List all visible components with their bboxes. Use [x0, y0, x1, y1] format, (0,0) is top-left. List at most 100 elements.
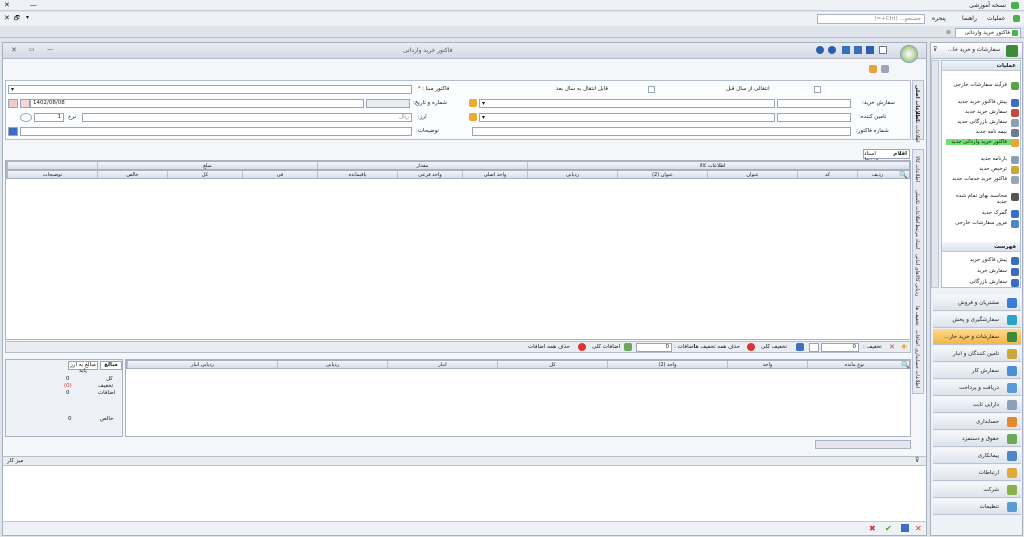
op-new-purchase-order[interactable]: سفارش خرید جدید	[946, 109, 1019, 117]
help-icon[interactable]	[816, 46, 824, 54]
op-new-bill-of-lading[interactable]: بارنامه جدید	[946, 156, 1019, 164]
sidebar-pin-icon[interactable]: ⊽	[933, 46, 937, 53]
delete-row-icon[interactable]: ✕	[889, 343, 895, 351]
module-work-order[interactable]: سفارش کار	[933, 363, 1021, 379]
discount-type-select[interactable]	[809, 343, 819, 352]
order-lookup-icon[interactable]	[469, 99, 477, 107]
additions-input[interactable]: 0	[636, 343, 672, 352]
col-title2[interactable]: عنوان (2)	[617, 171, 707, 178]
print-icon[interactable]	[869, 65, 877, 73]
attach-icon[interactable]	[881, 65, 889, 73]
date-field[interactable]: 1402/08/08	[30, 99, 364, 108]
minimize-icon[interactable]: —	[30, 1, 37, 9]
col-stock-type[interactable]: نوع مانده	[807, 361, 901, 368]
save-close-icon[interactable]	[842, 46, 850, 54]
list-commercial-order[interactable]: سفارش بازرگانی	[946, 279, 1019, 287]
save-new-icon[interactable]	[854, 46, 862, 54]
tab-close-icon[interactable]: ⊗	[946, 29, 951, 36]
menu-item-help[interactable]: راهنما	[962, 15, 977, 22]
module-sales[interactable]: مشتریان و فروش	[933, 295, 1021, 311]
col-stock-total[interactable]: کل	[497, 361, 607, 368]
list-purchase-order[interactable]: سفارش خرید	[946, 268, 1019, 276]
op-new-import-invoice[interactable]: فاکتور خرید وارداتی جدید	[946, 139, 1019, 147]
module-contracting[interactable]: پیمانکاری	[933, 448, 1021, 464]
module-distribution[interactable]: سفارشگیری و پخش	[933, 312, 1021, 328]
side-tab-item-docs[interactable]: اسناد مرتبط	[914, 224, 920, 250]
col-code[interactable]: کد	[797, 171, 857, 178]
module-fixed-assets[interactable]: دارایی ثابت	[933, 397, 1021, 413]
worklist-close-icon[interactable]: ✕	[915, 524, 922, 533]
sidebar-scrollbar[interactable]	[931, 60, 939, 288]
op-new-service-invoice[interactable]: فاکتور خرید خدمات جدید	[946, 176, 1019, 184]
form-close-icon[interactable]: ✕	[11, 46, 17, 54]
total-additions-button[interactable]: اضافات کلی	[592, 344, 620, 350]
side-tab-discounts[interactable]: تخفیف ها	[914, 306, 920, 326]
col-price[interactable]: فی	[242, 171, 317, 178]
col-net[interactable]: خالص	[97, 171, 167, 178]
module-foreign-purchase[interactable]: سفارشات و خرید خار...	[933, 329, 1021, 345]
horizontal-scrollbar[interactable]	[815, 440, 911, 449]
list-proforma[interactable]: پیش فاکتور خرید	[946, 257, 1019, 265]
menu-minimize-icon[interactable]: ▾	[26, 14, 29, 21]
tab-amounts[interactable]: مبالغ	[100, 361, 122, 370]
new-document-icon[interactable]	[879, 46, 887, 54]
purchase-order-code[interactable]	[777, 99, 851, 108]
worklist-accept-icon[interactable]: ✔	[885, 524, 892, 533]
module-payroll[interactable]: حقوق و دستمزد	[933, 431, 1021, 447]
remove-additions-button[interactable]: حذف همه اضافات	[528, 344, 570, 350]
col-stock-warehouse[interactable]: انبار	[387, 361, 497, 368]
col-row[interactable]: ردیف	[857, 171, 897, 178]
side-tab-extra[interactable]: اطلاعات تکمیلی	[914, 109, 920, 143]
menu-item-operations[interactable]: عملیات	[987, 15, 1005, 22]
remove-discounts-icon[interactable]	[747, 343, 755, 351]
check-prev-year[interactable]	[814, 86, 821, 93]
tab-base-amounts[interactable]: مبالغ به ارز پایه	[68, 361, 98, 374]
col-sub-unit[interactable]: واحد فرعی	[397, 171, 462, 178]
worklist-grid-icon[interactable]	[901, 524, 909, 532]
col-title[interactable]: عنوان	[707, 171, 797, 178]
check-next-year[interactable]	[648, 86, 655, 93]
op-new-proforma[interactable]: پیش فاکتور خرید جدید	[946, 99, 1019, 107]
op-external-orders[interactable]: فرآیند سفارشات خارجی	[946, 82, 1019, 90]
side-tab-additions[interactable]: اضافات	[914, 330, 920, 346]
side-tab-consignment[interactable]: ردیابی کالاهای امانی	[914, 254, 920, 296]
discount-input[interactable]: 0	[821, 343, 859, 352]
side-tab-item-extra[interactable]: اطلاعات تکمیلی	[914, 190, 920, 224]
col-desc[interactable]: توضیحات	[7, 171, 97, 178]
total-discount-button[interactable]: تخفیف کلی	[761, 344, 787, 350]
supplier-field[interactable]: ▾	[479, 113, 775, 122]
col-stock-track[interactable]: ردیابی	[277, 361, 387, 368]
rate-refresh-button[interactable]	[20, 113, 32, 122]
module-suppliers-warehouse[interactable]: تامین کنندگان و انبار	[933, 346, 1021, 362]
module-accounting[interactable]: حسابداری	[933, 414, 1021, 430]
doc-number-field[interactable]	[366, 99, 410, 108]
tab-items[interactable]: اقلام	[893, 151, 907, 157]
op-new-customs[interactable]: گمرک جدید	[946, 210, 1019, 218]
form-restore-icon[interactable]: ▭	[29, 46, 35, 53]
remove-additions-icon[interactable]	[578, 343, 586, 351]
col-stock-unit[interactable]: واحد	[727, 361, 807, 368]
tab-import-invoice[interactable]: فاکتور خرید وارداتی ⊗	[946, 28, 1021, 37]
op-new-clearance[interactable]: ترخیص جدید	[946, 166, 1019, 174]
col-remaining[interactable]: باقیمانده	[317, 171, 397, 178]
currency-field[interactable]: ریال	[82, 113, 412, 122]
total-additions-icon[interactable]	[624, 343, 632, 351]
number-tools-button[interactable]	[8, 99, 18, 108]
module-receipts-payments[interactable]: دریافت و پرداخت	[933, 380, 1021, 396]
total-discount-icon[interactable]	[796, 343, 804, 351]
side-tab-accounting[interactable]: اطلاعات حسابداری	[914, 348, 920, 388]
base-invoice-field[interactable]: ▾	[8, 85, 412, 94]
side-tab-item-info[interactable]: اطلاعات کالا	[914, 156, 920, 182]
save-icon[interactable]	[866, 46, 874, 54]
op-new-insurance[interactable]: بیمه نامه جدید	[946, 129, 1019, 137]
purchase-order-field[interactable]: ▾	[479, 99, 775, 108]
remove-discounts-button[interactable]: حذف همه تخفیف ها	[694, 344, 740, 350]
rate-field[interactable]: 1	[34, 113, 64, 122]
menu-restore-icon[interactable]: 🗗	[14, 14, 20, 24]
invoice-number-field[interactable]	[472, 127, 851, 136]
info-icon[interactable]	[828, 46, 836, 54]
number-clear-button[interactable]	[20, 99, 30, 108]
worklist-reject-icon[interactable]: ✖	[869, 524, 876, 533]
supplier-code[interactable]	[777, 113, 851, 122]
op-new-commercial-order[interactable]: سفارش بازرگانی جدید	[946, 119, 1019, 127]
